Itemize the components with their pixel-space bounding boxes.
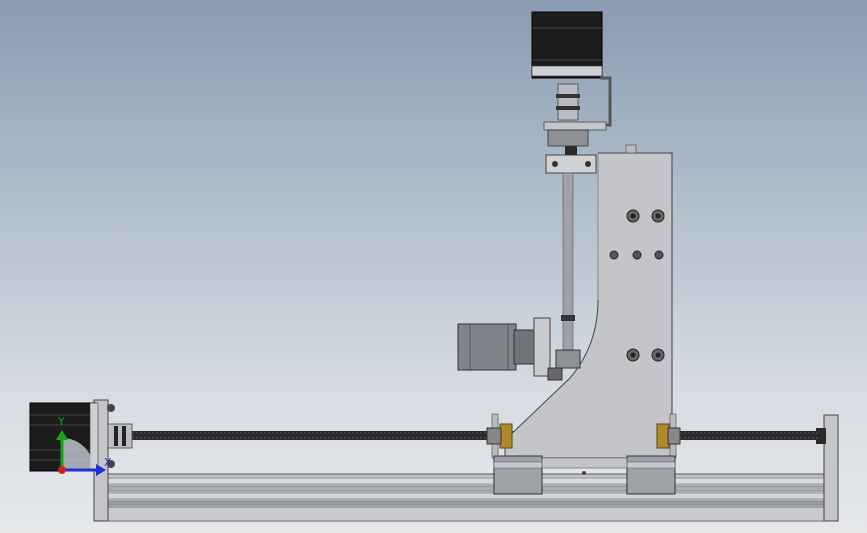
triad-x-label: X xyxy=(104,456,112,469)
triad-z-origin xyxy=(58,466,66,474)
x-coupler xyxy=(107,423,133,449)
triad-y-label: Y xyxy=(57,415,65,428)
x-leadscrew xyxy=(128,431,818,440)
cad-viewport[interactable]: Y X xyxy=(0,0,867,533)
cnc-assembly-drawing: Y X xyxy=(29,11,839,522)
y-coupler xyxy=(556,83,580,121)
spindle-motor xyxy=(457,317,581,381)
y-stepper-motor xyxy=(531,11,603,79)
x-carriage xyxy=(491,144,677,459)
y-bearing-block xyxy=(545,129,597,174)
base-rail xyxy=(93,473,839,522)
y-leadscrew xyxy=(561,172,575,354)
